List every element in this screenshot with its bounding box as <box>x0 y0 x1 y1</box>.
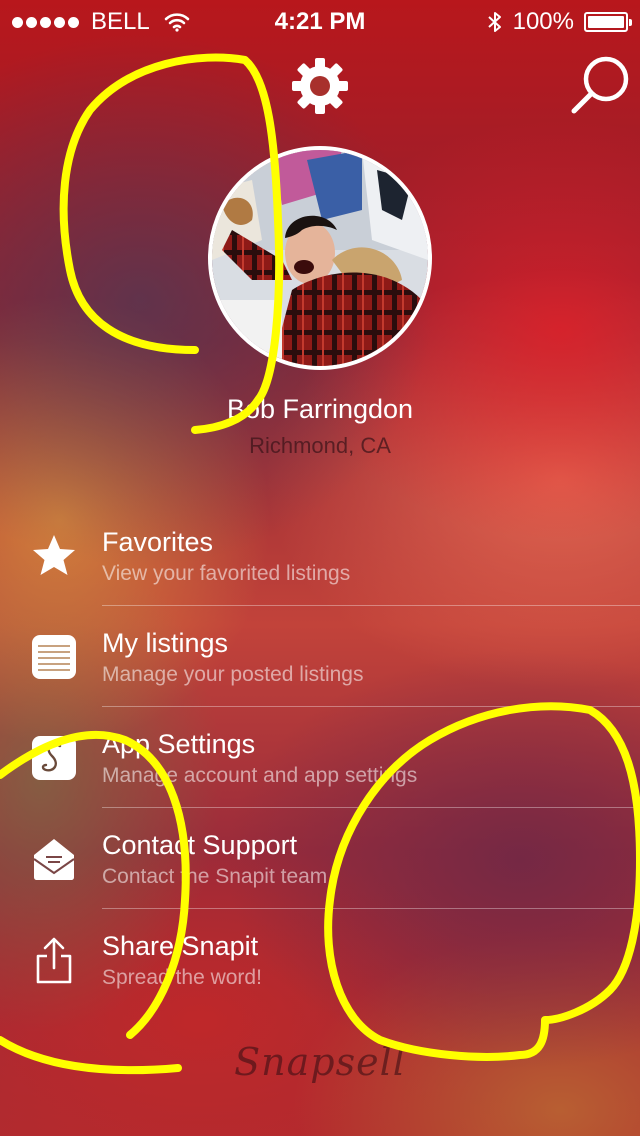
menu-item-contact-support[interactable]: Contact Support Contact the Snapit team <box>0 808 640 909</box>
battery-icon <box>584 12 632 32</box>
profile-location: Richmond, CA <box>249 433 391 458</box>
menu-item-app-settings[interactable]: App Settings Manage account and app sett… <box>0 707 640 808</box>
star-icon <box>33 535 75 575</box>
menu-item-favorites[interactable]: Favorites View your favorited listings <box>0 505 640 606</box>
status-right: 100% <box>487 8 632 36</box>
menu-item-my-listings[interactable]: My listings Manage your posted listings <box>0 606 640 707</box>
menu-item-subtitle: Manage account and app settings <box>102 764 418 787</box>
bluetooth-icon <box>487 12 501 32</box>
menu-item-share[interactable]: Share Snapit Spread the word! <box>0 909 640 1010</box>
menu-item-title: My listings <box>102 628 229 658</box>
app-logo: Snapsell <box>234 1040 406 1084</box>
profile-photo <box>212 150 428 366</box>
menu-item-title: Share Snapit <box>102 931 259 961</box>
share-icon <box>36 937 72 984</box>
search-icon <box>571 56 629 114</box>
menu-item-title: Favorites <box>102 527 214 557</box>
battery-level <box>588 16 624 28</box>
app-logo-icon <box>32 736 76 780</box>
envelope-icon <box>33 839 75 880</box>
gear-icon <box>292 58 348 114</box>
menu-item-title: App Settings <box>102 729 256 759</box>
navigation-menu: Favorites View your favorited listings M… <box>0 505 640 1010</box>
menu-item-subtitle: Spread the word! <box>102 966 262 989</box>
profile-name: Bob Farringdon <box>226 394 414 424</box>
avatar[interactable] <box>208 146 432 370</box>
list-icon <box>32 635 76 679</box>
menu-item-title: Contact Support <box>102 830 298 860</box>
menu-item-subtitle: Contact the Snapit team <box>102 865 328 888</box>
status-bar: BELL 4:21 PM 100% <box>0 0 640 40</box>
search-button[interactable] <box>568 54 632 118</box>
menu-item-subtitle: Manage your posted listings <box>102 663 364 686</box>
settings-button[interactable] <box>290 56 350 116</box>
battery-percent: 100% <box>512 8 574 35</box>
menu-item-subtitle: View your favorited listings <box>102 562 351 585</box>
